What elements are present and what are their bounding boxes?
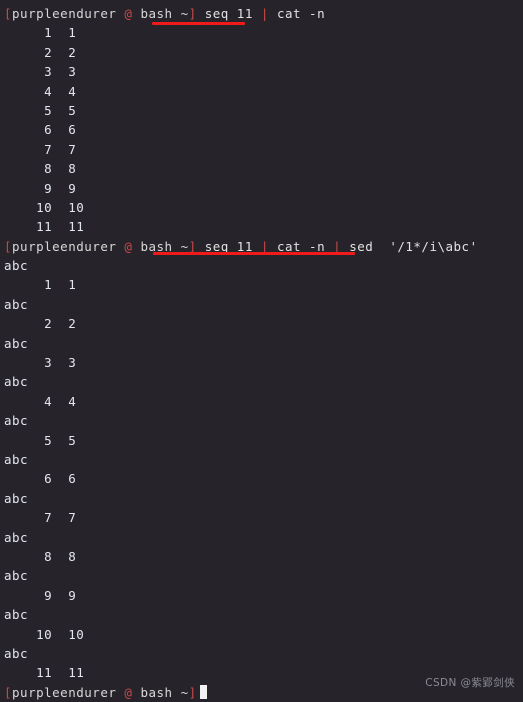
prompt-open-bracket: [ [4, 238, 13, 254]
output-line: 9 9 [4, 587, 77, 603]
command-1-part-1: seq 11 [204, 6, 261, 21]
output-line: 10 10 [4, 199, 85, 215]
output-line: abc [4, 645, 29, 661]
prompt-user: purpleendurer [12, 6, 117, 21]
output-line: abc [4, 335, 29, 351]
output-line: 7 7 [4, 141, 77, 157]
command-1-part-2: cat -n [268, 6, 326, 21]
output-line: 4 4 [4, 393, 77, 409]
prompt-path: ~ [180, 684, 189, 700]
annotation-underline-command-1 [152, 22, 245, 25]
output-line: 4 4 [4, 83, 77, 99]
output-line: 2 2 [4, 44, 77, 60]
output-line: abc [4, 568, 29, 584]
output-line: abc [4, 529, 29, 545]
command-spacer-1 [197, 6, 205, 21]
output-line: 5 5 [4, 102, 77, 118]
output-line: abc [4, 413, 29, 429]
output-block-2: abc 1 1 abc 2 2 abc 3 3 abc 4 4 abc 5 5 … [0, 256, 523, 683]
output-line: 7 7 [4, 510, 77, 526]
output-line: abc [4, 490, 29, 506]
annotation-underline-command-2 [153, 252, 355, 255]
output-block-1: 1 1 2 2 3 3 4 4 5 5 6 6 7 7 8 8 9 9 10 1… [0, 23, 523, 236]
output-line: 1 1 [4, 25, 77, 41]
prompt-host: bash [140, 684, 173, 700]
command-1-pipe-1: | [260, 6, 269, 21]
output-line: 1 1 [4, 277, 77, 293]
output-line: abc [4, 296, 29, 312]
prompt-close-bracket: ] [188, 684, 197, 700]
output-line: 10 10 [4, 626, 85, 642]
output-line: abc [4, 451, 29, 467]
command-2-part-3: sed '/1*/i\abc' [341, 238, 478, 254]
output-line: 9 9 [4, 180, 77, 196]
text-cursor[interactable] [199, 684, 207, 699]
prompt-line-1: [purpleendurer @ bash ~] seq 11 | cat -n [0, 4, 523, 23]
prompt-space-3 [173, 685, 181, 700]
terminal-window[interactable]: [purpleendurer @ bash ~] seq 11 | cat -n… [0, 0, 523, 700]
output-line: 8 8 [4, 548, 77, 564]
output-line: 3 3 [4, 64, 77, 80]
output-line: 11 11 [4, 219, 85, 235]
prompt-open-bracket: [ [4, 684, 13, 700]
output-line: 2 2 [4, 316, 77, 332]
prompt-open-bracket: [ [4, 6, 13, 21]
output-line: 3 3 [4, 355, 77, 371]
output-line: 8 8 [4, 161, 77, 177]
output-line: 5 5 [4, 432, 77, 448]
output-line: 6 6 [4, 471, 77, 487]
prompt-path: ~ [180, 6, 189, 21]
prompt-space-3 [173, 6, 181, 21]
csdn-watermark: CSDN @紫郢剑侠 [425, 677, 515, 689]
prompt-host: bash [140, 6, 173, 21]
prompt-close-bracket: ] [188, 6, 197, 21]
output-line: abc [4, 607, 29, 623]
prompt-user: purpleendurer [12, 238, 117, 254]
prompt-user: purpleendurer [12, 684, 117, 700]
output-line: abc [4, 258, 29, 274]
output-line: abc [4, 374, 29, 390]
output-line: 6 6 [4, 122, 77, 138]
